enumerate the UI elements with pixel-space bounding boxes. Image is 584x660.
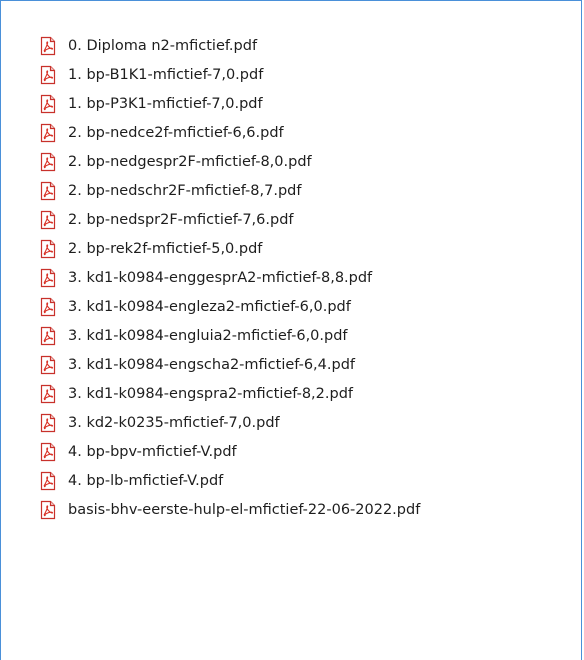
file-name: 4. bp-lb-mfictief-V.pdf (68, 472, 224, 489)
file-list-panel: 0. Diploma n2-mfictief.pdf 1. bp-B1K1-mf… (0, 0, 582, 660)
file-list-item[interactable]: 3. kd1-k0984-engscha2-mfictief-6,4.pdf (39, 350, 420, 379)
file-list-item[interactable]: 3. kd1-k0984-enggesprA2-mfictief-8,8.pdf (39, 263, 420, 292)
pdf-file-icon (39, 123, 57, 143)
file-name: basis-bhv-eerste-hulp-el-mfictief-22-06-… (68, 501, 421, 518)
file-list-item[interactable]: 2. bp-nedspr2F-mfictief-7,6.pdf (39, 205, 420, 234)
file-list: 0. Diploma n2-mfictief.pdf 1. bp-B1K1-mf… (39, 31, 420, 524)
pdf-file-icon (39, 413, 57, 433)
file-list-item[interactable]: 2. bp-nedce2f-mfictief-6,6.pdf (39, 118, 420, 147)
file-name: 3. kd1-k0984-enggesprA2-mfictief-8,8.pdf (68, 269, 373, 286)
file-list-item[interactable]: 4. bp-bpv-mfictief-V.pdf (39, 437, 420, 466)
pdf-file-icon (39, 355, 57, 375)
file-name: 2. bp-nedce2f-mfictief-6,6.pdf (68, 124, 284, 141)
pdf-file-icon (39, 239, 57, 259)
file-list-item[interactable]: 1. bp-P3K1-mfictief-7,0.pdf (39, 89, 420, 118)
pdf-file-icon (39, 297, 57, 317)
file-list-item[interactable]: 2. bp-nedschr2F-mfictief-8,7.pdf (39, 176, 420, 205)
file-name: 2. bp-nedschr2F-mfictief-8,7.pdf (68, 182, 302, 199)
file-name: 2. bp-nedspr2F-mfictief-7,6.pdf (68, 211, 294, 228)
file-list-item[interactable]: 3. kd1-k0984-engluia2-mfictief-6,0.pdf (39, 321, 420, 350)
pdf-file-icon (39, 384, 57, 404)
file-list-item[interactable]: 4. bp-lb-mfictief-V.pdf (39, 466, 420, 495)
pdf-file-icon (39, 442, 57, 462)
file-list-item[interactable]: 2. bp-rek2f-mfictief-5,0.pdf (39, 234, 420, 263)
file-name: 0. Diploma n2-mfictief.pdf (68, 37, 258, 54)
file-name: 1. bp-B1K1-mfictief-7,0.pdf (68, 66, 264, 83)
file-list-item[interactable]: basis-bhv-eerste-hulp-el-mfictief-22-06-… (39, 495, 420, 524)
pdf-file-icon (39, 36, 57, 56)
pdf-file-icon (39, 471, 57, 491)
file-name: 2. bp-rek2f-mfictief-5,0.pdf (68, 240, 263, 257)
file-list-item[interactable]: 3. kd2-k0235-mfictief-7,0.pdf (39, 408, 420, 437)
file-list-item[interactable]: 3. kd1-k0984-engspra2-mfictief-8,2.pdf (39, 379, 420, 408)
file-name: 3. kd2-k0235-mfictief-7,0.pdf (68, 414, 280, 431)
pdf-file-icon (39, 210, 57, 230)
pdf-file-icon (39, 326, 57, 346)
file-name: 3. kd1-k0984-engleza2-mfictief-6,0.pdf (68, 298, 351, 315)
file-name: 3. kd1-k0984-engscha2-mfictief-6,4.pdf (68, 356, 355, 373)
pdf-file-icon (39, 94, 57, 114)
file-name: 2. bp-nedgespr2F-mfictief-8,0.pdf (68, 153, 312, 170)
pdf-file-icon (39, 268, 57, 288)
pdf-file-icon (39, 181, 57, 201)
file-list-item[interactable]: 1. bp-B1K1-mfictief-7,0.pdf (39, 60, 420, 89)
file-list-item[interactable]: 2. bp-nedgespr2F-mfictief-8,0.pdf (39, 147, 420, 176)
pdf-file-icon (39, 65, 57, 85)
file-name: 1. bp-P3K1-mfictief-7,0.pdf (68, 95, 263, 112)
file-name: 3. kd1-k0984-engspra2-mfictief-8,2.pdf (68, 385, 354, 402)
file-name: 4. bp-bpv-mfictief-V.pdf (68, 443, 237, 460)
file-list-item[interactable]: 3. kd1-k0984-engleza2-mfictief-6,0.pdf (39, 292, 420, 321)
file-list-item[interactable]: 0. Diploma n2-mfictief.pdf (39, 31, 420, 60)
pdf-file-icon (39, 152, 57, 172)
pdf-file-icon (39, 500, 57, 520)
file-name: 3. kd1-k0984-engluia2-mfictief-6,0.pdf (68, 327, 348, 344)
